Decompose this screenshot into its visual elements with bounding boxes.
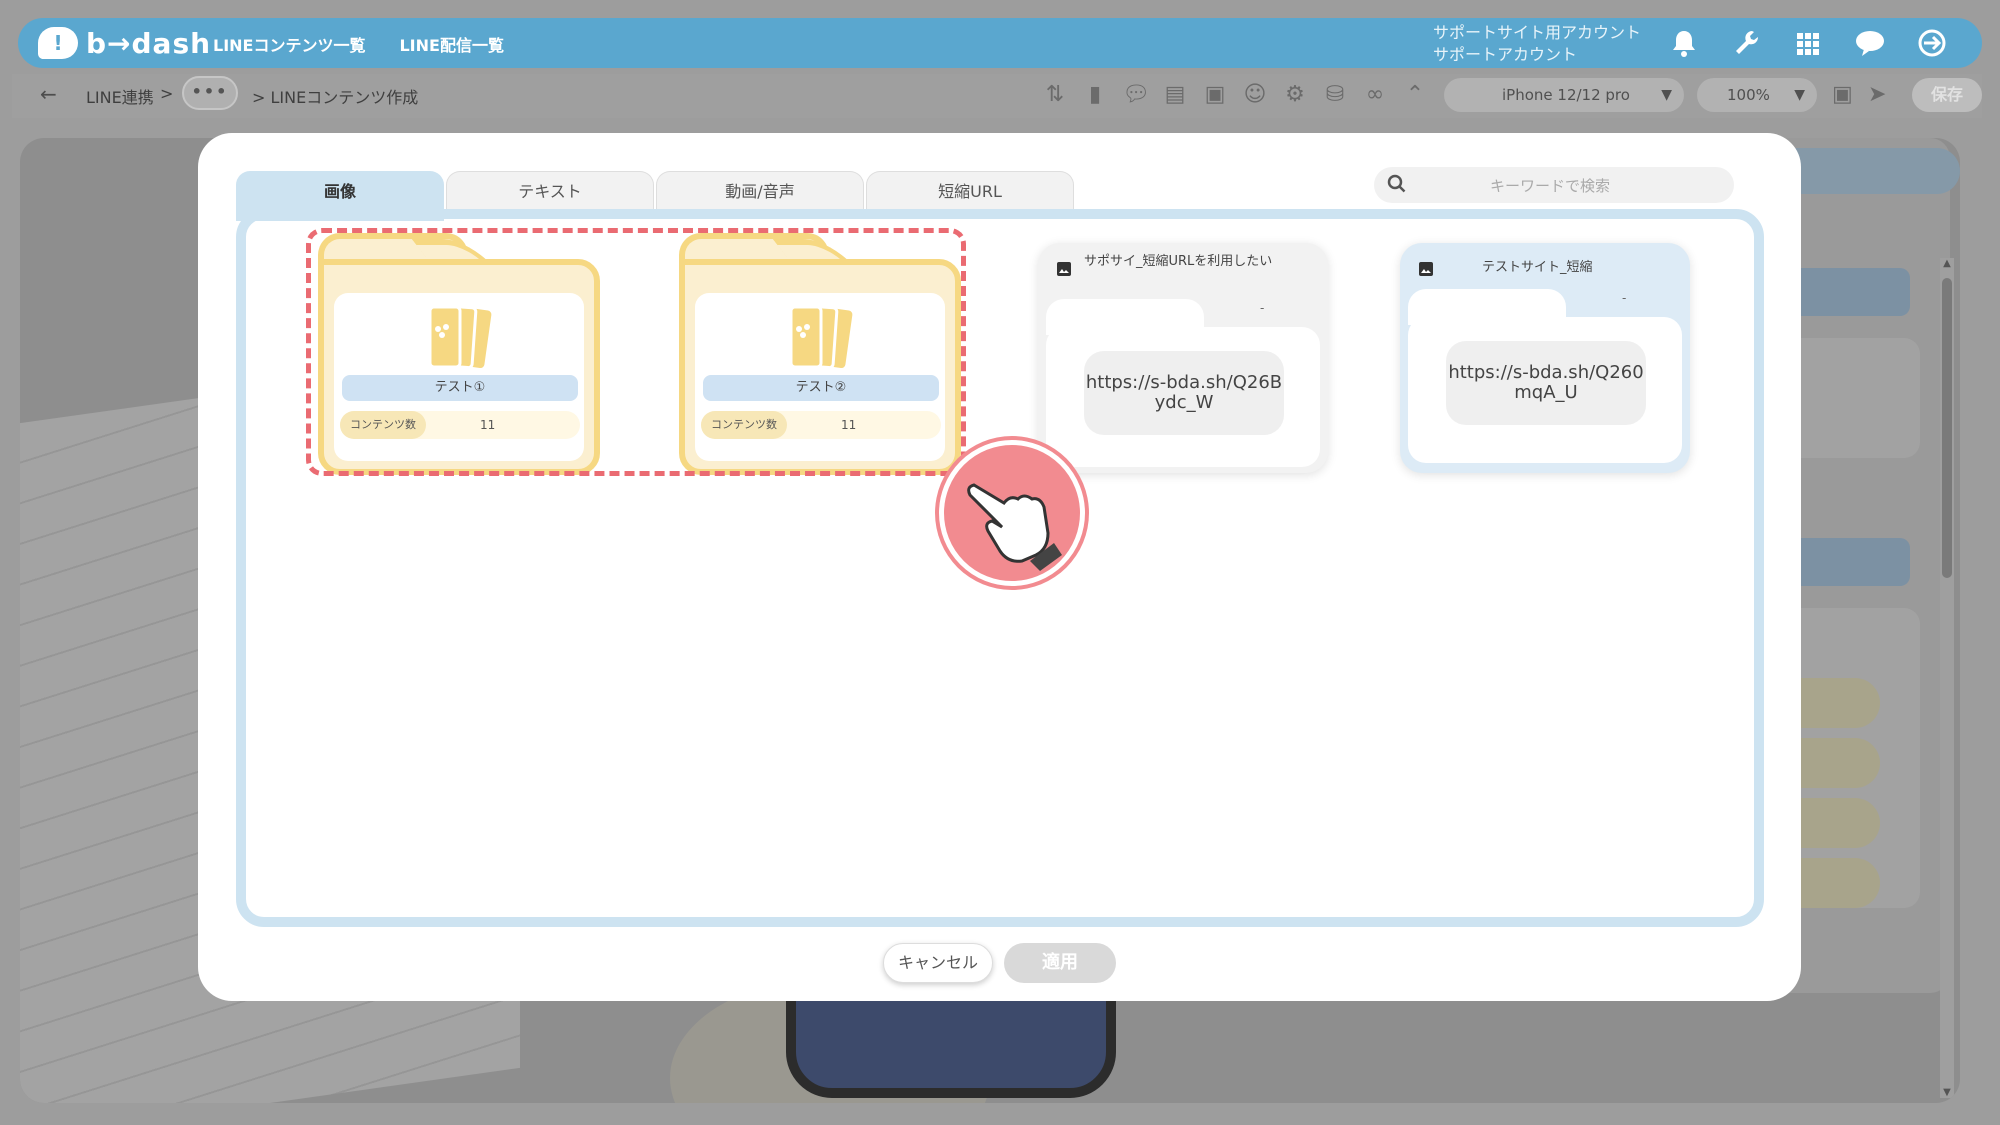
card-add-icon[interactable]: ▤ xyxy=(1162,80,1188,110)
zoom-select[interactable]: 100% ▼ xyxy=(1697,78,1817,112)
image-icon[interactable]: ▣ xyxy=(1202,80,1228,110)
link-icon[interactable]: ∞ xyxy=(1362,80,1388,110)
image-icon xyxy=(1057,262,1071,276)
nav-line-delivery[interactable]: LINE配信一覧 xyxy=(399,32,503,56)
short-url-inner: https://s-bda.sh/Q26Bydc_W xyxy=(1046,327,1320,467)
sort-icon[interactable]: ⇅ xyxy=(1042,80,1068,110)
back-arrow-icon[interactable]: ← xyxy=(40,82,57,106)
search-placeholder: キーワードで検索 xyxy=(1490,177,1611,195)
keyword-search-input[interactable]: キーワードで検索 xyxy=(1374,167,1734,203)
account-name: サポートアカウント xyxy=(1433,45,1578,64)
save-button[interactable]: 保存 xyxy=(1912,78,1982,112)
cancel-button[interactable]: キャンセル xyxy=(883,943,993,983)
device-select[interactable]: iPhone 12/12 pro ▼ xyxy=(1444,78,1684,112)
apply-button[interactable]: 適用 xyxy=(1004,943,1116,983)
short-url-meta: - xyxy=(1260,301,1265,315)
profile-card-icon[interactable]: ▣ xyxy=(1832,82,1853,107)
grid-icon[interactable] xyxy=(1792,28,1824,58)
database-icon[interactable]: ⛁ xyxy=(1322,80,1348,110)
bell-icon[interactable] xyxy=(1668,28,1700,58)
main-nav: LINEコンテンツ一覧 LINE配信一覧 xyxy=(213,32,504,56)
breadcrumb-separator: > xyxy=(160,84,174,103)
content-type-icons: ⇅ ▮ 💬︎ ▤ ▣ ☺ ⚙ ⛁ ∞ ⌃ xyxy=(1042,80,1428,110)
chat-icon[interactable] xyxy=(1854,28,1886,58)
short-url-card[interactable]: サポサイ_短縮URLを利用したい - https://s-bda.sh/Q26B… xyxy=(1038,243,1328,473)
header-icons xyxy=(1668,28,1948,58)
short-url-title: テストサイト_短縮 xyxy=(1482,260,1593,275)
smiley-icon[interactable]: ☺ xyxy=(1242,80,1268,110)
short-url-meta: - xyxy=(1622,291,1627,305)
chevron-down-icon: ▼ xyxy=(1794,87,1805,103)
tab-video-audio[interactable]: 動画/音声 xyxy=(656,171,864,211)
chevron-down-icon: ▼ xyxy=(1661,87,1672,103)
breadcrumb-more-button[interactable]: ••• xyxy=(182,76,238,110)
logo-bubble-icon: ! xyxy=(38,27,78,59)
app-header: ! b→dash LINEコンテンツ一覧 LINE配信一覧 サポートサイト用アカ… xyxy=(18,18,1982,68)
logout-icon[interactable] xyxy=(1916,28,1948,58)
breadcrumb-line-integration[interactable]: LINE連携 xyxy=(86,84,154,108)
pointing-hand-annotation xyxy=(939,440,1085,586)
scroll-up-arrow-icon[interactable]: ▲ xyxy=(1940,258,1954,269)
brand-name: b→dash xyxy=(86,26,212,60)
short-url-inner: https://s-bda.sh/Q260mqA_U xyxy=(1408,317,1682,463)
short-url-card[interactable]: テストサイト_短縮 - https://s-bda.sh/Q260mqA_U xyxy=(1400,243,1690,473)
editor-scrollbar[interactable]: ▲ ▼ xyxy=(1940,258,1954,1098)
account-info[interactable]: サポートサイト用アカウント サポートアカウント xyxy=(1433,22,1641,66)
wrench-icon[interactable] xyxy=(1730,28,1762,58)
send-icon[interactable]: ➤ xyxy=(1868,82,1886,107)
folders-highlight-annotation xyxy=(306,228,966,476)
zoom-select-value: 100% xyxy=(1727,86,1770,104)
search-icon xyxy=(1387,174,1406,193)
block-icon[interactable]: ▮ xyxy=(1082,80,1108,110)
breadcrumb-current: > LINEコンテンツ作成 xyxy=(252,88,419,107)
gears-icon[interactable]: ⚙ xyxy=(1282,80,1308,110)
scroll-down-arrow-icon[interactable]: ▼ xyxy=(1940,1087,1954,1098)
image-icon xyxy=(1419,262,1433,276)
brand-logo[interactable]: ! b→dash xyxy=(38,24,211,62)
speech-bubble-icon[interactable]: 💬︎ xyxy=(1122,80,1150,110)
account-site: サポートサイト用アカウント xyxy=(1433,23,1642,42)
short-url-value: https://s-bda.sh/Q26Bydc_W xyxy=(1084,351,1284,435)
chevron-up-icon[interactable]: ⌃ xyxy=(1402,80,1428,110)
nav-line-contents[interactable]: LINEコンテンツ一覧 xyxy=(213,32,365,56)
short-url-value: https://s-bda.sh/Q260mqA_U xyxy=(1446,341,1646,425)
tab-short-url[interactable]: 短縮URL xyxy=(866,171,1074,211)
active-tab-joiner xyxy=(236,209,444,221)
short-url-title: サポサイ_短縮URLを利用したい xyxy=(1084,254,1273,269)
pointing-hand-icon xyxy=(967,483,1062,571)
scroll-thumb[interactable] xyxy=(1942,278,1952,578)
tab-image[interactable]: 画像 xyxy=(236,171,444,211)
tab-text[interactable]: テキスト xyxy=(446,171,654,211)
device-select-value: iPhone 12/12 pro xyxy=(1502,86,1630,104)
editor-toolbar: ← LINE連携 > ••• > LINEコンテンツ作成 ⇅ ▮ 💬︎ ▤ ▣ … xyxy=(12,74,1982,118)
